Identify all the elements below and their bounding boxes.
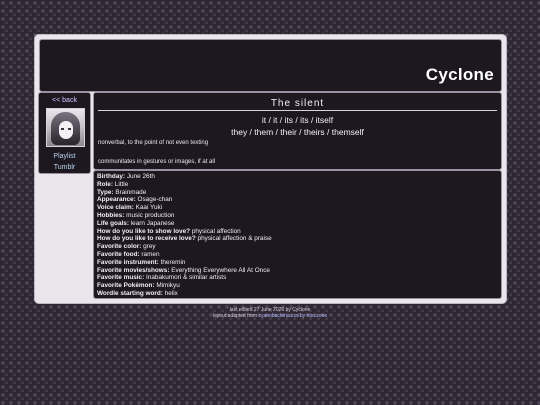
- sidebar-panel: << back Playlist Tumblr: [38, 92, 91, 174]
- detail-value: Everything Everywhere All At Once: [171, 266, 270, 274]
- detail-row-role: Role: Little: [97, 181, 498, 189]
- detail-value: Brainmade: [115, 188, 147, 196]
- name-divider: [98, 110, 497, 111]
- playlist-link[interactable]: Playlist: [39, 153, 90, 160]
- detail-label: How do you like to show love?: [97, 227, 191, 235]
- footer-credit-link[interactable]: cyanobacteria.css by ribo.zone: [258, 313, 327, 319]
- detail-label: Favorite food:: [97, 250, 140, 258]
- detail-label: Type:: [97, 188, 114, 196]
- pronouns-line-1: it / it / its / its / itself: [261, 115, 334, 125]
- detail-value: Osage-chan: [137, 196, 173, 204]
- detail-row-type: Type: Brainmade: [97, 189, 498, 197]
- detail-row-favorite-color: Favorite color: grey: [97, 243, 498, 251]
- detail-row-favorite-food: Favorite food: ramen: [97, 251, 498, 259]
- detail-label: Voice claim:: [97, 204, 134, 212]
- detail-row-favorite-music: Favorite music: Inabakumori & similar ar…: [97, 274, 498, 282]
- detail-label: Favorite instrument:: [97, 258, 159, 266]
- detail-value: grey: [143, 243, 156, 251]
- footer-credit-prefix: layout adapted from: [212, 313, 259, 319]
- character-name: The silent: [270, 98, 325, 109]
- detail-value: theremin: [160, 258, 186, 266]
- detail-value: Mimikyu: [156, 282, 180, 290]
- avatar-eye-left: [61, 128, 64, 130]
- detail-row-favorite-movies: Favorite movies/shows: Everything Everyw…: [97, 267, 498, 275]
- detail-value: ramen: [141, 250, 160, 258]
- detail-label: How do you like to receive love?: [97, 235, 196, 243]
- detail-row-favorite-instrument: Favorite instrument: theremin: [97, 259, 498, 267]
- avatar-image: [46, 108, 85, 147]
- footer-credit: layout adapted from cyanobacteria.css by…: [0, 313, 540, 319]
- detail-label: Favorite Pokémon:: [97, 282, 155, 290]
- detail-label: Appearance:: [97, 196, 136, 204]
- intro-panel: The silent it / it / its / its / itself …: [93, 92, 502, 170]
- avatar-face: [59, 121, 73, 139]
- pronouns-line-2: they / them / their / theirs / themself: [231, 127, 364, 137]
- site-title: Cyclone: [425, 65, 494, 84]
- detail-row-receive-love: How do you like to receive love? physica…: [97, 235, 498, 243]
- details-panel: Birthday: June 26th Role: Little Type: B…: [93, 170, 502, 299]
- detail-value: Little: [114, 180, 129, 188]
- detail-label: Wordle starting word:: [97, 289, 163, 297]
- detail-label: Role:: [97, 180, 113, 188]
- detail-value: Inabakumori & similar artists: [146, 274, 227, 282]
- detail-row-wordle: Wordle starting word: helix: [97, 290, 498, 298]
- detail-label: Favorite color:: [97, 243, 142, 251]
- back-link[interactable]: << back: [39, 97, 90, 104]
- detail-row-show-love: How do you like to show love? physical a…: [97, 228, 498, 236]
- detail-label: Hobbies:: [97, 211, 125, 219]
- detail-value: physical affection & praise: [197, 235, 272, 243]
- avatar-eye-right: [68, 128, 71, 130]
- detail-row-favorite-pokemon: Favorite Pokémon: Mimikyu: [97, 282, 498, 290]
- detail-row-life-goals: Life goals: learn Japanese: [97, 220, 498, 228]
- detail-value: music production: [126, 211, 175, 219]
- detail-label: Birthday:: [97, 173, 126, 180]
- detail-value: June 26th: [126, 173, 155, 180]
- detail-value: physical affection: [191, 227, 241, 235]
- tumblr-link[interactable]: Tumblr: [39, 164, 90, 171]
- description-line-2: communitates in gestures or images, if a…: [98, 159, 216, 165]
- detail-label: Favorite movies/shows:: [97, 266, 170, 274]
- detail-value: helix: [164, 289, 178, 297]
- detail-row-hobbies: Hobbies: music production: [97, 212, 498, 220]
- detail-row-appearance: Appearance: Osage-chan: [97, 196, 498, 204]
- detail-value: learn Japanese: [130, 219, 175, 227]
- layout-frame: Cyclone << back Playlist Tumblr The sile…: [34, 34, 507, 304]
- detail-value: Kaai Yuki: [135, 204, 163, 212]
- detail-label: Favorite music:: [97, 274, 145, 282]
- detail-row-birthday: Birthday: June 26th: [97, 173, 498, 181]
- detail-label: Life goals:: [97, 219, 129, 227]
- description-line-1: nonverbal, to the point of not even text…: [98, 140, 209, 146]
- detail-row-voice-claim: Voice claim: Kaai Yuki: [97, 204, 498, 212]
- header-panel: Cyclone: [39, 39, 502, 92]
